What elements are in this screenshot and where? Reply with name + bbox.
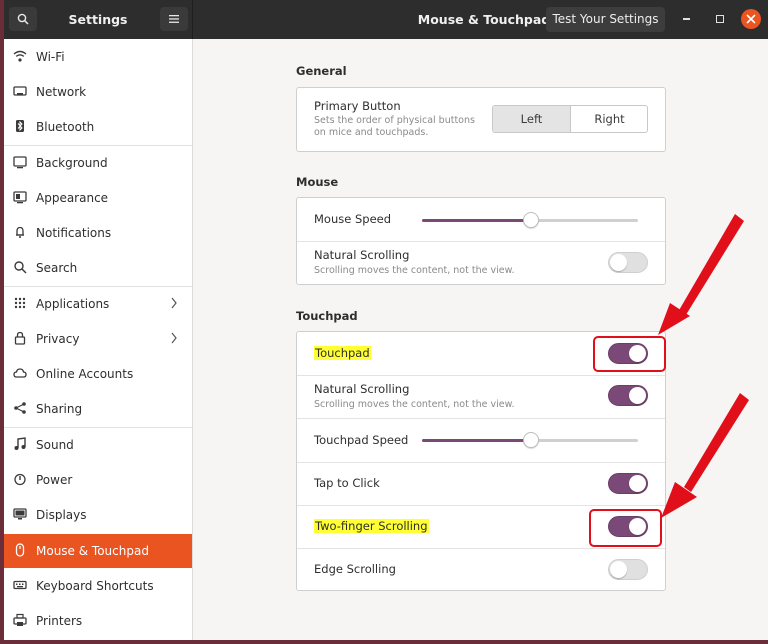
- arrow-pointer-2: [661, 393, 749, 518]
- arrow-pointer-1: [658, 214, 744, 335]
- annotation-arrows: [658, 214, 749, 518]
